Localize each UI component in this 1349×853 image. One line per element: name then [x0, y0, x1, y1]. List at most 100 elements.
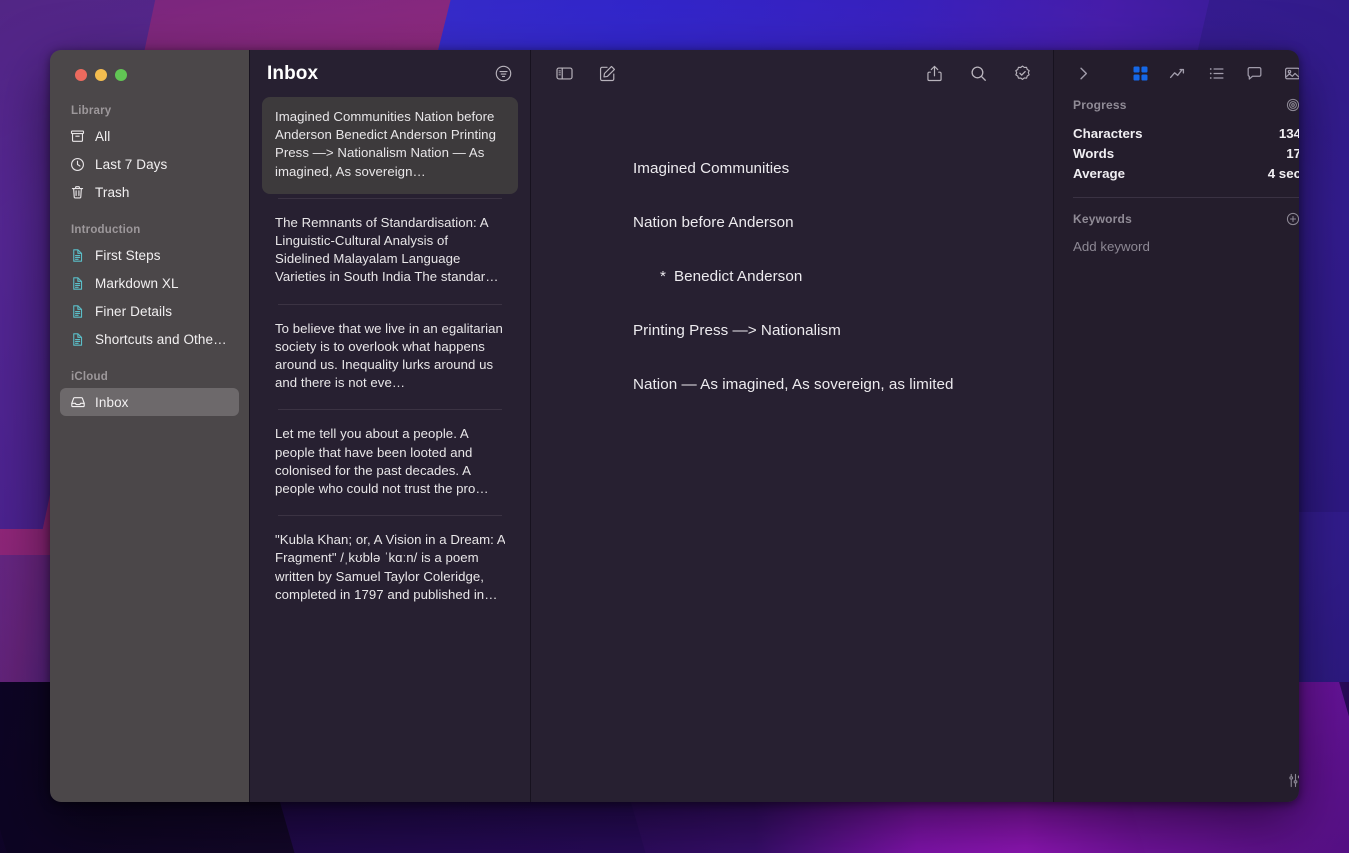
keywords-section: Keywords Add keyword: [1054, 211, 1299, 254]
sidebar-group-icloud: iCloud Inbox: [60, 371, 239, 416]
note-preview-text: "Kubla Khan; or, A Vision in a Dream: A …: [275, 532, 505, 602]
stat-value: 4 sec: [1267, 165, 1299, 181]
sidebar-group-title: Library: [71, 105, 112, 117]
sidebar-item-last-7-days[interactable]: Last 7 Days: [60, 150, 239, 178]
sidebar-group-title: Introduction: [71, 224, 141, 236]
note-list-header: Inbox: [250, 50, 530, 97]
stat-label: Characters: [1073, 125, 1143, 141]
document-icon: [69, 303, 86, 320]
sidebar-item-shortcuts-and-other[interactable]: Shortcuts and Other…: [60, 325, 239, 353]
note-preview-text: The Remnants of Standardisation: A Lingu…: [275, 214, 499, 285]
sidebar-item-label: Last 7 Days: [95, 156, 168, 172]
list-item[interactable]: Imagined Communities Nation before Ander…: [262, 97, 518, 194]
sidebar-item-markdown-xl[interactable]: Markdown XL: [60, 269, 239, 297]
stat-label: Words: [1073, 145, 1115, 161]
list-item[interactable]: "Kubla Khan; or, A Vision in a Dream: A …: [262, 520, 518, 617]
document-icon: [69, 331, 86, 348]
editor-line: Imagined Communities: [633, 160, 790, 177]
sidebar-item-label: Finer Details: [95, 303, 173, 319]
note-preview-text: Let me tell you about a people. A people…: [275, 426, 489, 497]
stat-label: Average: [1073, 165, 1125, 181]
note-list-panel: Inbox Imagined Communities Nation before…: [249, 50, 530, 802]
editor-toolbar-right: [923, 63, 1033, 85]
trash-icon: [69, 184, 86, 201]
list-item[interactable]: The Remnants of Standardisation: A Lingu…: [262, 203, 518, 300]
sidebar-item-label: Trash: [95, 184, 130, 200]
close-button[interactable]: [75, 69, 87, 81]
stat-value: 17: [1286, 145, 1299, 161]
inspector-toolbar: [1054, 50, 1299, 97]
editor-line: Nation — As imagined, As sovereign, as l…: [633, 376, 954, 393]
section-title: Keywords: [1073, 212, 1132, 226]
clock-icon: [69, 156, 86, 173]
sidebar: Library All Last 7 Days Trash Introducti…: [50, 50, 249, 802]
page-title: Inbox: [267, 62, 319, 84]
note-preview-text: Imagined Communities Nation before Ander…: [275, 109, 496, 179]
zoom-button[interactable]: [115, 69, 127, 81]
chevron-right-icon[interactable]: [1072, 63, 1094, 85]
list-item[interactable]: Let me tell you about a people. A people…: [262, 414, 518, 511]
compose-icon[interactable]: [596, 63, 618, 85]
list-item[interactable]: To believe that we live in an egalitaria…: [262, 309, 518, 406]
window-traffic-lights: [60, 50, 239, 81]
sidebar-item-label: First Steps: [95, 247, 161, 263]
list-divider: [278, 515, 502, 517]
sidebar-item-label: Inbox: [95, 394, 129, 410]
comment-icon[interactable]: [1243, 63, 1265, 85]
stat-row-average: Average 4 sec: [1073, 163, 1299, 183]
editor-toolbar: [531, 50, 1053, 97]
plus-circle-icon[interactable]: [1285, 211, 1299, 227]
add-keyword-input[interactable]: Add keyword: [1073, 239, 1299, 254]
target-icon[interactable]: [1285, 97, 1299, 113]
bullet-marker: *: [660, 268, 666, 285]
inspector-divider: [1073, 197, 1299, 198]
chart-line-icon[interactable]: [1167, 63, 1189, 85]
editor-toolbar-left: [553, 63, 618, 85]
list-divider: [278, 409, 502, 411]
grid-icon[interactable]: [1129, 63, 1151, 85]
sidebar-item-first-steps[interactable]: First Steps: [60, 241, 239, 269]
search-icon[interactable]: [967, 63, 989, 85]
inspector-panel: Progress Characters 134 Words 17 Average…: [1053, 50, 1299, 802]
sidebar-item-label: Markdown XL: [95, 275, 179, 291]
filter-circle-icon[interactable]: [492, 63, 514, 85]
document-icon: [69, 247, 86, 264]
sidebar-group-title: iCloud: [71, 371, 108, 383]
note-editor: Imagined Communities Nation before Ander…: [530, 50, 1053, 802]
app-window: Library All Last 7 Days Trash Introducti…: [50, 50, 1299, 802]
checkmark-seal-icon[interactable]: [1011, 63, 1033, 85]
editor-line: Printing Press —> Nationalism: [633, 322, 841, 339]
stat-row-words: Words 17: [1073, 143, 1299, 163]
archivebox-icon: [69, 128, 86, 145]
sidebar-item-inbox[interactable]: Inbox: [60, 388, 239, 416]
section-title: Progress: [1073, 98, 1127, 112]
sidebar-item-label: Shortcuts and Other…: [95, 331, 230, 347]
sidebar-item-finer-details[interactable]: Finer Details: [60, 297, 239, 325]
editor-text-column: Imagined Communities Nation before Ander…: [633, 159, 1053, 395]
editor-bullet-line: * Benedict Anderson: [660, 267, 1053, 287]
sliders-icon[interactable]: [1284, 769, 1299, 791]
minimize-button[interactable]: [95, 69, 107, 81]
progress-section-header: Progress: [1073, 97, 1299, 113]
list-icon[interactable]: [1205, 63, 1227, 85]
sidebar-group-library: Library All Last 7 Days Trash: [60, 105, 239, 206]
sidebar-group-introduction: Introduction First Steps Markdown XL Fin…: [60, 224, 239, 353]
list-divider: [278, 303, 502, 305]
editor-content[interactable]: Imagined Communities Nation before Ander…: [531, 97, 1053, 802]
share-icon[interactable]: [923, 63, 945, 85]
sidebar-item-all[interactable]: All: [60, 122, 239, 150]
document-icon: [69, 275, 86, 292]
sidebar-item-trash[interactable]: Trash: [60, 178, 239, 206]
inbox-tray-icon: [69, 394, 86, 411]
stat-value: 134: [1278, 125, 1299, 141]
keywords-section-header: Keywords: [1073, 211, 1299, 227]
progress-section: Progress Characters 134 Words 17 Average…: [1054, 97, 1299, 183]
editor-line: Nation before Anderson: [633, 214, 794, 231]
editor-line: Benedict Anderson: [673, 268, 803, 285]
image-icon[interactable]: [1281, 63, 1299, 85]
note-list[interactable]: Imagined Communities Nation before Ander…: [250, 97, 530, 802]
inspector-tabs: [1129, 63, 1299, 85]
toggle-sidebar-icon[interactable]: [553, 63, 575, 85]
sidebar-item-label: All: [95, 128, 111, 144]
note-preview-text: To believe that we live in an egalitaria…: [275, 320, 503, 391]
